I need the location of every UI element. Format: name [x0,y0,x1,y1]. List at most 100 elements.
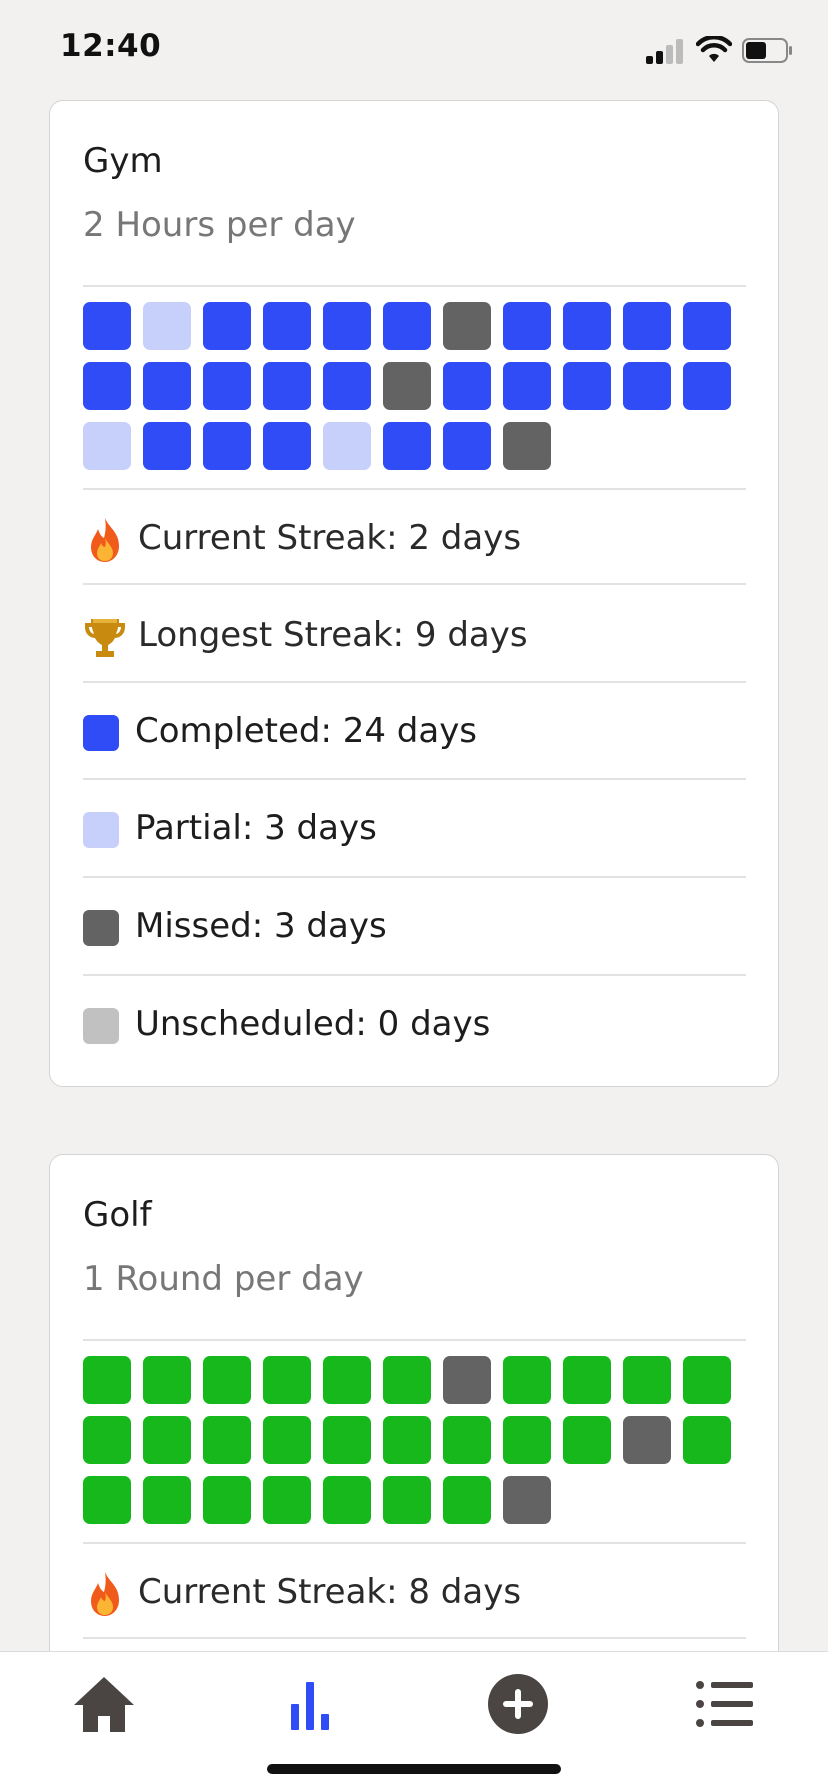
day-cell-completed [383,1356,431,1404]
day-cell-completed [563,362,611,410]
tab-list[interactable] [680,1662,770,1742]
day-cell-completed [323,1356,371,1404]
day-cell-completed [383,422,431,470]
partial-row: Partial: 3 days [83,780,746,877]
day-cell-completed [443,422,491,470]
day-cell-completed [203,1476,251,1524]
day-cell-completed [383,1416,431,1464]
stats-scroll-view[interactable]: Gym 2 Hours per day Current Streak: 2 da… [0,100,828,1651]
completed-row: Completed: 24 days [83,683,746,780]
day-cell-completed [383,302,431,350]
day-cell-completed [683,362,731,410]
day-cell-completed [623,1356,671,1404]
tab-home[interactable] [59,1662,149,1742]
day-cell-completed [503,362,551,410]
day-cell-partial [143,302,191,350]
day-cell-completed [83,302,131,350]
missed-swatch [83,910,119,946]
day-cell-completed [83,362,131,410]
day-cell-completed [263,302,311,350]
day-cell-completed [263,362,311,410]
day-cell-completed [563,1356,611,1404]
unscheduled-swatch [83,1008,119,1044]
status-bar: 12:40 [0,0,828,100]
bar-chart-icon [291,1682,329,1730]
day-cell-completed [143,1356,191,1404]
cellular-signal-icon [646,36,686,64]
day-cell-completed [323,362,371,410]
day-cell-completed [143,362,191,410]
unscheduled-row: Unscheduled: 0 days [83,976,746,1073]
list-icon [696,1681,753,1727]
missed-row: Missed: 3 days [83,878,746,975]
habit-title: Gym [83,141,163,181]
day-cell-completed [263,1356,311,1404]
day-cell-missed [503,1476,551,1524]
day-cell-completed [143,1476,191,1524]
day-cell-completed [683,1356,731,1404]
day-cell-completed [143,422,191,470]
partial-label: Partial: 3 days [135,808,377,848]
tab-stats[interactable] [265,1662,355,1742]
day-cell-completed [563,302,611,350]
day-cell-missed [443,302,491,350]
day-cell-completed [683,1416,731,1464]
current-streak-row: Current Streak: 2 days [83,490,746,587]
day-cell-missed [443,1356,491,1404]
day-cell-completed [323,1416,371,1464]
day-cell-completed [503,1356,551,1404]
day-cell-completed [263,1416,311,1464]
day-cell-completed [83,1356,131,1404]
battery-icon [742,38,792,63]
day-cell-completed [203,1416,251,1464]
habit-card-golf: Golf 1 Round per day Current Streak: 8 d… [49,1154,779,1651]
home-indicator [267,1764,561,1774]
divider [83,1637,746,1639]
day-cell-completed [683,302,731,350]
habit-title: Golf [83,1195,152,1235]
habit-goal: 2 Hours per day [83,205,356,245]
fire-icon [91,1572,119,1616]
day-cell-completed [563,1416,611,1464]
divider [83,1339,746,1341]
current-streak-label: Current Streak: 8 days [138,1572,522,1612]
divider [83,583,746,585]
day-cell-completed [503,1416,551,1464]
current-streak-row: Current Streak: 8 days [83,1544,746,1641]
day-cell-completed [443,1416,491,1464]
day-cell-completed [443,362,491,410]
habit-card-gym: Gym 2 Hours per day Current Streak: 2 da… [49,100,779,1087]
day-cell-completed [143,1416,191,1464]
day-cell-completed [503,302,551,350]
day-cell-completed [83,1476,131,1524]
longest-streak-label: Longest Streak: 9 days [138,615,528,655]
completed-swatch [83,715,119,751]
day-cell-completed [203,422,251,470]
day-cell-partial [323,422,371,470]
fire-icon [91,518,119,562]
tab-add[interactable] [473,1662,563,1742]
unscheduled-label: Unscheduled: 0 days [135,1004,491,1044]
day-cell-missed [383,362,431,410]
day-cell-completed [623,362,671,410]
habit-goal: 1 Round per day [83,1259,364,1299]
day-cell-completed [203,362,251,410]
day-cell-missed [623,1416,671,1464]
divider [83,285,746,287]
completed-label: Completed: 24 days [135,711,478,751]
day-cell-completed [203,1356,251,1404]
day-cell-completed [443,1476,491,1524]
day-cell-completed [83,1416,131,1464]
day-cell-completed [383,1476,431,1524]
home-icon [74,1677,134,1732]
status-time: 12:40 [60,28,162,64]
current-streak-label: Current Streak: 2 days [138,518,522,558]
missed-label: Missed: 3 days [135,906,387,946]
day-cell-completed [203,302,251,350]
trophy-icon [85,619,125,657]
wifi-icon [696,36,732,62]
partial-swatch [83,812,119,848]
day-cell-partial [83,422,131,470]
day-cell-completed [263,1476,311,1524]
day-cell-completed [623,302,671,350]
